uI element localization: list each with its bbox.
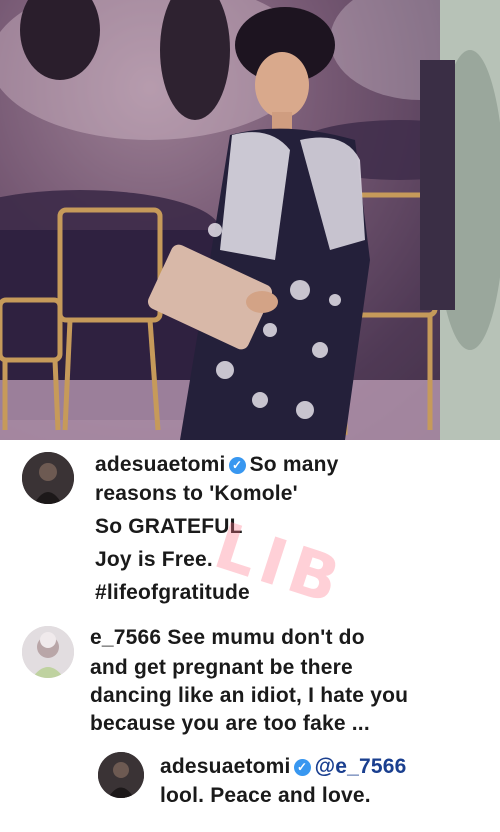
reply-author-username[interactable]: adesuaetomi (160, 755, 291, 778)
reply-author-avatar[interactable] (98, 752, 144, 798)
caption-line-3: So GRATEFUL (95, 515, 243, 538)
reply-mention-link[interactable]: @e_7566 (315, 755, 407, 778)
commenter-avatar[interactable] (22, 626, 74, 678)
comment-text: See mumu don't do (167, 626, 365, 649)
post-photo[interactable] (0, 0, 500, 440)
caption-text: So many (249, 453, 339, 476)
comment-line-4: because you are too fake ... (90, 712, 370, 735)
avatar-photo-icon (22, 626, 74, 678)
post-author-avatar[interactable] (22, 452, 74, 504)
caption-line-4: Joy is Free. (95, 548, 213, 571)
commenter-username[interactable]: e_7566 (90, 626, 161, 649)
reply-line-1: adesuaetomi ✓ @e_7566 (160, 755, 407, 779)
verified-badge-icon: ✓ (228, 457, 246, 474)
reply-text: lool. Peace and love. (160, 784, 371, 807)
caption-line-1: adesuaetomi ✓ So many (95, 453, 339, 477)
post-author-username[interactable]: adesuaetomi (95, 453, 226, 476)
comment-line-1: e_7566 See mumu don't do (90, 626, 365, 650)
comment-line-2: and get pregnant be there (90, 656, 353, 679)
photo-scene (0, 0, 500, 440)
caption-line-2: reasons to 'Komole' (95, 482, 298, 505)
hashtag-link[interactable]: #lifeofgratitude (95, 581, 250, 605)
comment-line-3: dancing like an idiot, I hate you (90, 684, 409, 707)
avatar-photo-icon (22, 452, 74, 504)
verified-badge-icon: ✓ (293, 759, 311, 776)
avatar-photo-icon (98, 752, 144, 798)
